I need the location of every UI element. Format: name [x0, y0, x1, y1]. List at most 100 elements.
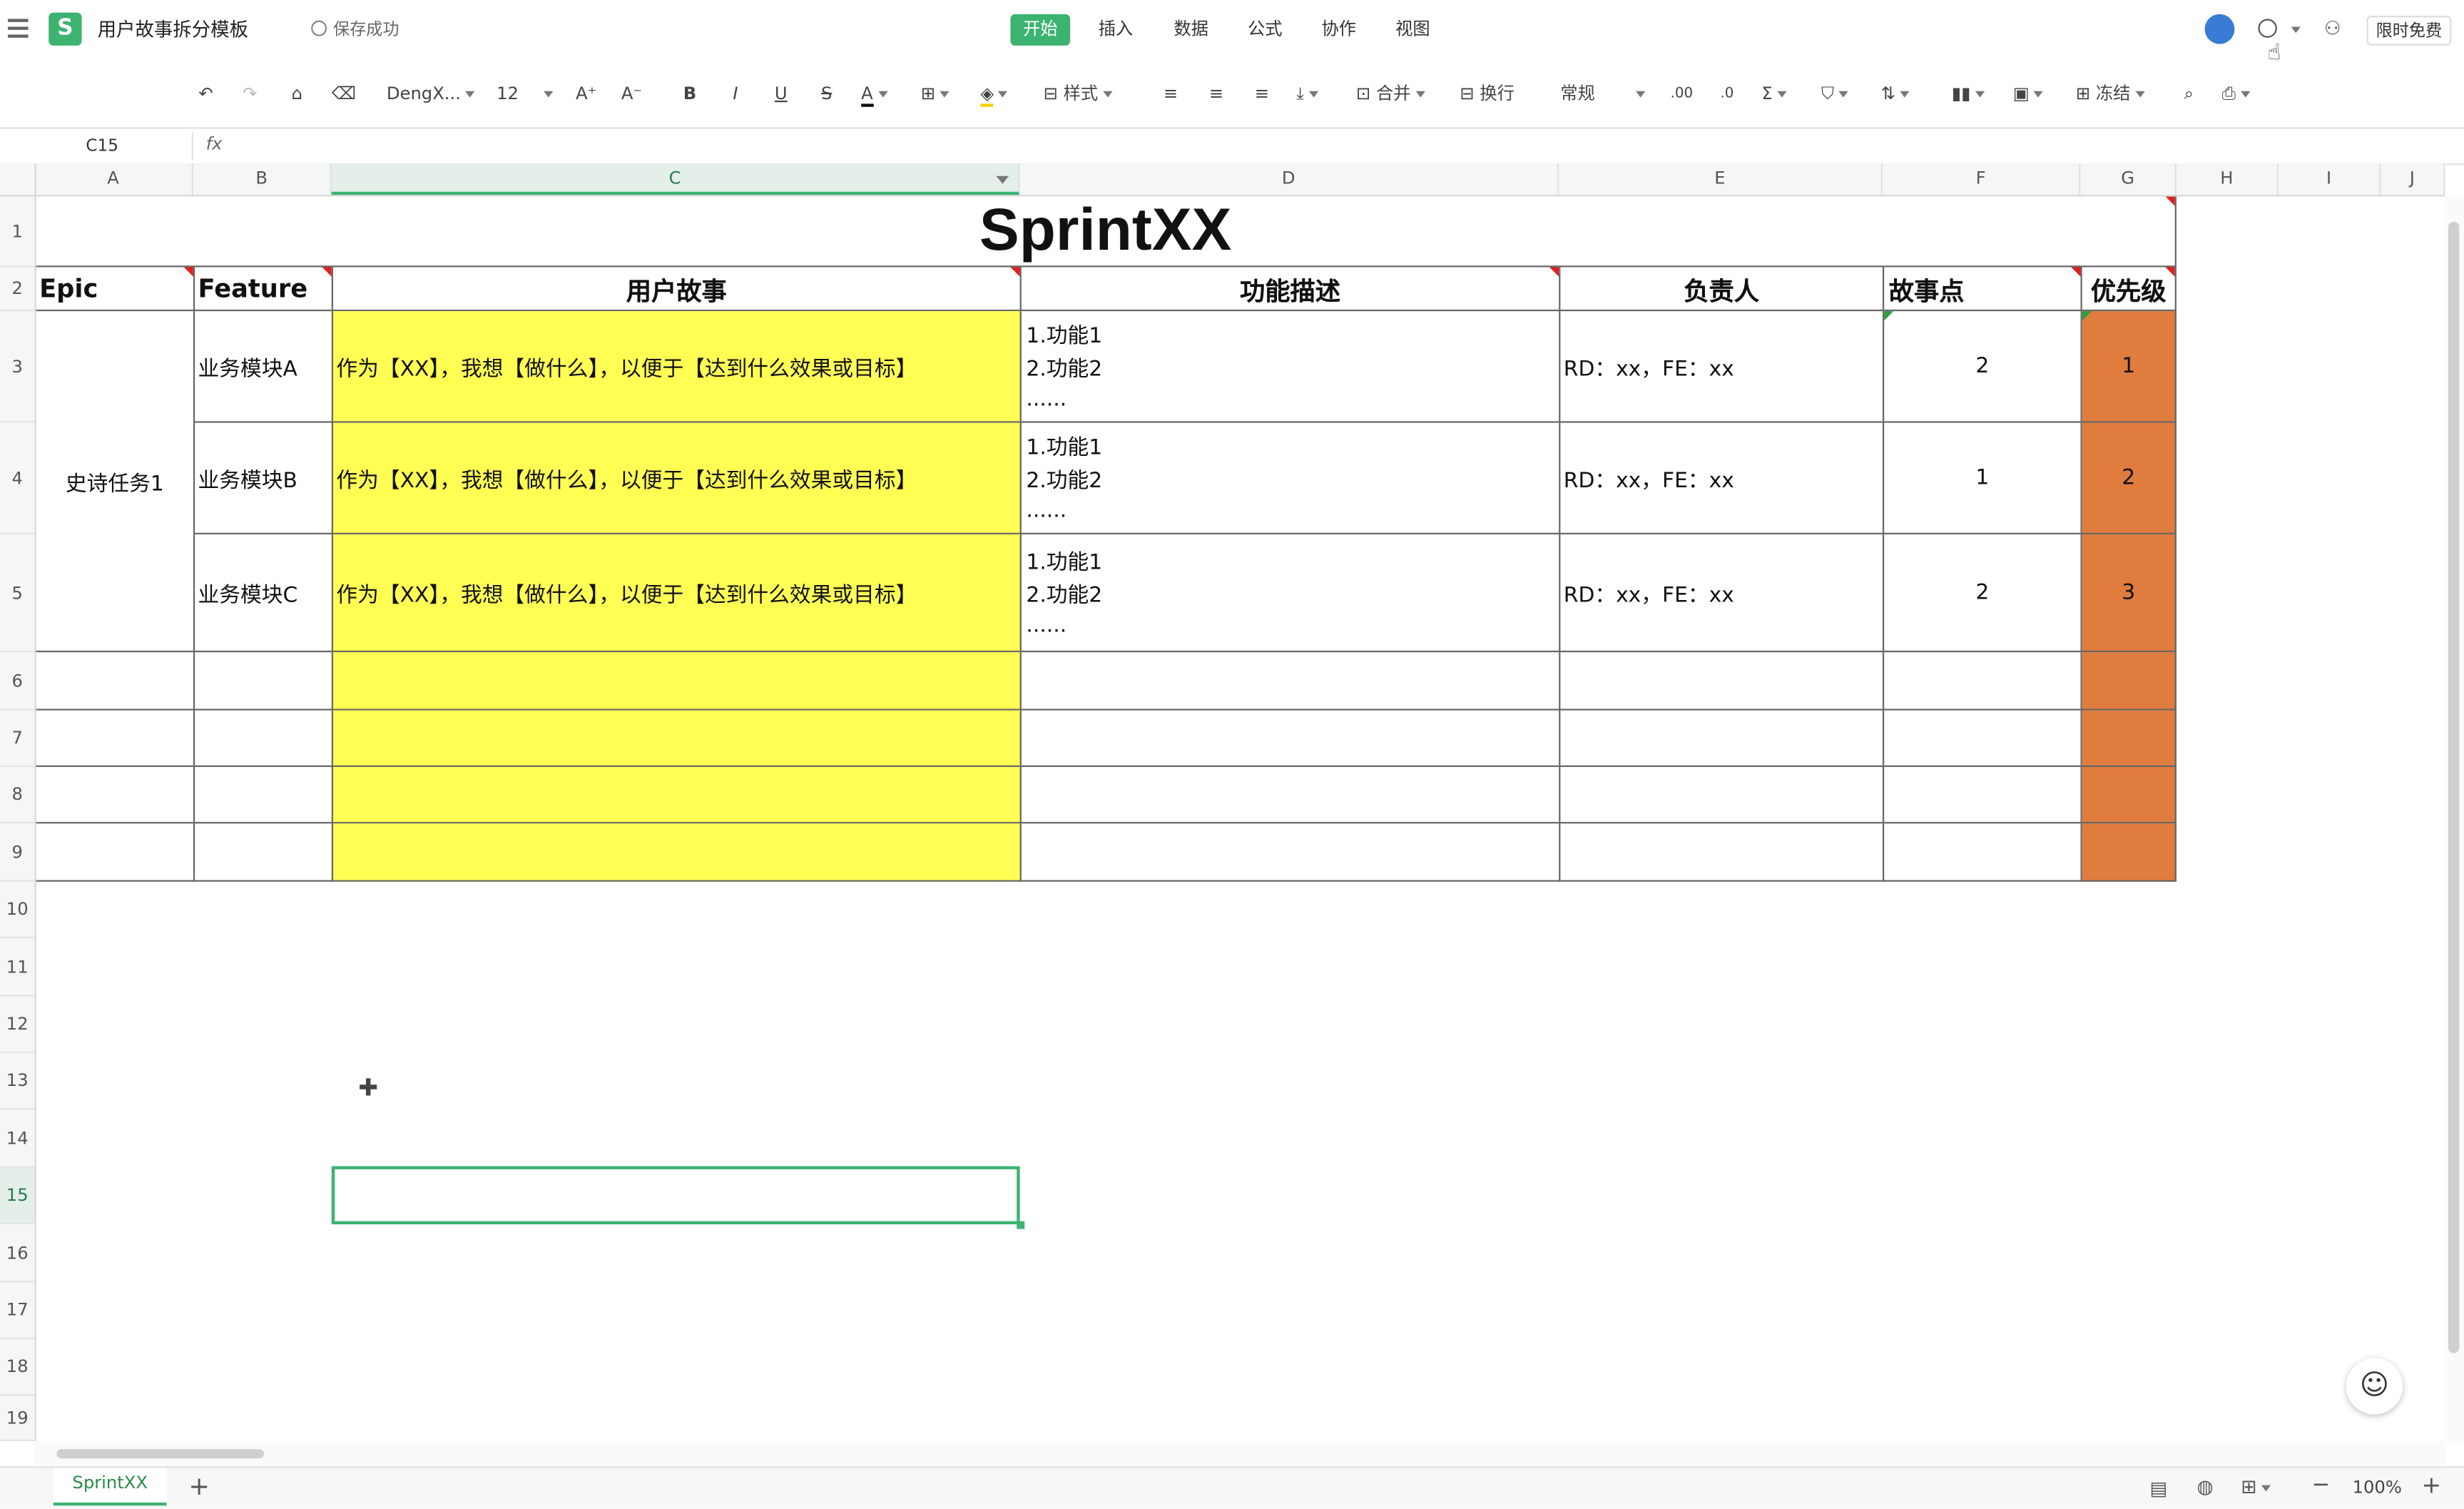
- empty-cell[interactable]: [36, 766, 195, 824]
- empty-cell[interactable]: [2082, 710, 2177, 767]
- print-icon[interactable]: ⎙: [2222, 78, 2266, 110]
- row-header-7[interactable]: 7: [0, 711, 35, 767]
- empty-cell[interactable]: [1021, 766, 1561, 824]
- empty-cell[interactable]: [2082, 823, 2177, 882]
- empty-cell[interactable]: [1884, 652, 2082, 711]
- header-epic[interactable]: Epic: [36, 267, 195, 312]
- clear-format-icon[interactable]: ⌫: [332, 78, 356, 110]
- zoom-level[interactable]: 100%: [2353, 1478, 2402, 1498]
- column-c-dropdown-icon[interactable]: [996, 176, 1009, 184]
- bold-icon[interactable]: B: [679, 78, 701, 110]
- row-header-12[interactable]: 12: [0, 997, 35, 1053]
- column-header-h[interactable]: H: [2177, 163, 2279, 195]
- description-cell-3[interactable]: 1.功能1 2.功能2......: [1021, 534, 1561, 653]
- tab-insert[interactable]: 插入: [1086, 14, 1146, 46]
- column-header-c[interactable]: C: [331, 163, 1020, 195]
- empty-cell[interactable]: [1884, 766, 2082, 824]
- empty-cell[interactable]: [1560, 823, 1885, 882]
- free-trial-button[interactable]: 限时免费: [2366, 16, 2452, 46]
- row-header-3[interactable]: 3: [0, 311, 35, 423]
- empty-cell[interactable]: [332, 710, 1022, 767]
- vertical-scroll-thumb[interactable]: [2448, 221, 2460, 1353]
- sheet-grid[interactable]: SprintXX Epic Feature 用户故事 功能描述 负责人 故事点 …: [36, 196, 2445, 1441]
- format-painter-icon[interactable]: ⌂: [286, 78, 308, 110]
- document-title[interactable]: 用户故事拆分模板: [98, 16, 249, 42]
- empty-cell[interactable]: [195, 710, 333, 767]
- empty-cell[interactable]: [1560, 652, 1885, 711]
- feature-cell-3[interactable]: 业务模块C: [195, 534, 333, 653]
- hamburger-menu-icon[interactable]: [8, 19, 29, 38]
- empty-cell[interactable]: [332, 823, 1022, 882]
- spreadsheet-status-icon[interactable]: ▤: [2149, 1478, 2167, 1500]
- strikethrough-icon[interactable]: S: [815, 78, 838, 110]
- tab-formula[interactable]: 公式: [1235, 14, 1295, 46]
- chart-icon[interactable]: ▮▮: [1952, 78, 1992, 110]
- zoom-out-icon[interactable]: −: [2311, 1473, 2330, 1498]
- user-avatar[interactable]: [2204, 14, 2235, 44]
- select-all-corner[interactable]: [0, 163, 36, 195]
- column-header-a[interactable]: A: [34, 163, 193, 195]
- view-mode-icon[interactable]: ⊞: [2241, 1475, 2271, 1498]
- column-header-b[interactable]: B: [193, 163, 332, 195]
- redo-icon[interactable]: ↷: [239, 78, 261, 110]
- user-story-cell-1[interactable]: 作为【XX】，我想【做什么】，以便于【达到什么效果或目标】: [332, 311, 1022, 423]
- freeze-button[interactable]: ⊞ 冻结: [2076, 78, 2161, 110]
- empty-cell[interactable]: [36, 823, 195, 882]
- tab-data[interactable]: 数据: [1161, 14, 1221, 46]
- empty-cell[interactable]: [2082, 766, 2177, 824]
- row-header-1[interactable]: 1: [0, 196, 35, 268]
- undo-icon[interactable]: ↶: [195, 78, 217, 110]
- row-header-13[interactable]: 13: [0, 1053, 35, 1110]
- row-header-8[interactable]: 8: [0, 767, 35, 824]
- increase-font-icon[interactable]: A⁺: [575, 78, 597, 110]
- sheet-tab-sprintxx[interactable]: SprintXX: [53, 1468, 167, 1506]
- row-header-6[interactable]: 6: [0, 652, 35, 711]
- header-priority[interactable]: 优先级: [2082, 267, 2177, 312]
- story-points-cell-2[interactable]: 1: [1884, 422, 2082, 534]
- underline-icon[interactable]: U: [770, 78, 792, 110]
- align-right-icon[interactable]: ≡: [1251, 78, 1273, 110]
- row-header-4[interactable]: 4: [0, 423, 35, 534]
- column-header-i[interactable]: I: [2279, 163, 2381, 195]
- header-owner[interactable]: 负责人: [1560, 267, 1885, 312]
- filter-icon[interactable]: ⛉: [1821, 78, 1859, 110]
- decrease-font-icon[interactable]: A⁻: [621, 78, 643, 110]
- vertical-scrollbar[interactable]: [2445, 196, 2464, 1441]
- align-center-icon[interactable]: ≡: [1206, 78, 1228, 110]
- empty-cell[interactable]: [1560, 766, 1885, 824]
- decimal-increase-icon[interactable]: .00: [1671, 78, 1694, 110]
- header-description[interactable]: 功能描述: [1021, 267, 1561, 312]
- fill-color-icon[interactable]: ◈: [980, 78, 1022, 110]
- row-header-9[interactable]: 9: [0, 823, 35, 882]
- font-color-icon[interactable]: A: [861, 78, 899, 110]
- fx-icon[interactable]: fx: [206, 133, 223, 154]
- row-header-16[interactable]: 16: [0, 1224, 35, 1283]
- style-button[interactable]: ⊟ 样式: [1044, 78, 1131, 110]
- row-header-10[interactable]: 10: [0, 882, 35, 939]
- row-header-14[interactable]: 14: [0, 1109, 35, 1168]
- add-collaborator-icon[interactable]: ⚇: [2324, 17, 2346, 39]
- description-cell-2[interactable]: 1.功能1 2.功能2......: [1021, 422, 1561, 534]
- align-left-icon[interactable]: ≡: [1160, 78, 1182, 110]
- empty-cell[interactable]: [1560, 710, 1885, 767]
- font-size-select[interactable]: 12: [497, 78, 556, 110]
- horizontal-scrollbar[interactable]: [34, 1441, 2445, 1467]
- history-dropdown-icon[interactable]: [2291, 26, 2301, 34]
- user-story-cell-2[interactable]: 作为【XX】，我想【做什么】，以便于【达到什么效果或目标】: [332, 422, 1022, 534]
- globe-status-icon[interactable]: ◍: [2197, 1475, 2214, 1498]
- sheet-title-cell[interactable]: SprintXX: [36, 196, 2177, 268]
- name-box[interactable]: C15: [13, 132, 193, 161]
- row-header-11[interactable]: 11: [0, 938, 35, 997]
- column-header-g[interactable]: G: [2081, 163, 2177, 195]
- empty-cell[interactable]: [195, 766, 333, 824]
- column-header-d[interactable]: D: [1020, 163, 1559, 195]
- owner-cell-1[interactable]: RD：xx，FE：xx: [1560, 311, 1885, 423]
- empty-cell[interactable]: [332, 652, 1022, 711]
- decimal-decrease-icon[interactable]: .0: [1716, 78, 1738, 110]
- sum-icon[interactable]: Σ: [1761, 78, 1799, 110]
- wrap-text-button[interactable]: ⊟ 换行: [1460, 78, 1529, 110]
- row-header-18[interactable]: 18: [0, 1339, 35, 1396]
- border-icon[interactable]: ⊞: [921, 78, 962, 110]
- row-header-17[interactable]: 17: [0, 1282, 35, 1339]
- column-header-j[interactable]: J: [2381, 163, 2445, 195]
